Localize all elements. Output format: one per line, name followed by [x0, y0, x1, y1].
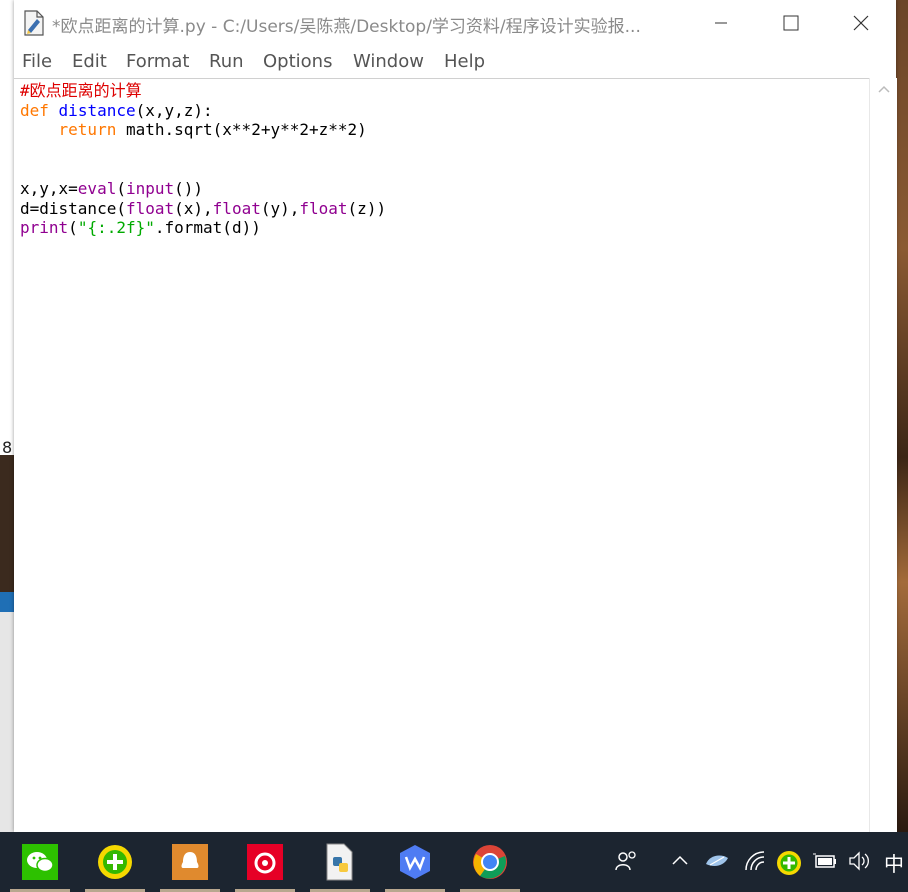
menu-file[interactable]: File [22, 51, 52, 72]
code-arg-x: (x), [174, 198, 213, 218]
people-icon[interactable] [614, 850, 640, 879]
code-format-call: .format(d)) [154, 218, 261, 238]
builtin-float-1: float [125, 198, 175, 218]
browser-icon[interactable] [470, 842, 510, 882]
function-params: (x,y,z): [135, 100, 213, 120]
close-button[interactable] [826, 0, 896, 46]
code-arg-y: (y), [260, 198, 300, 218]
qq-icon[interactable] [170, 842, 210, 882]
format-string: "{:.2f}" [77, 218, 155, 238]
netease-music-icon[interactable] [245, 842, 285, 882]
menu-format[interactable]: Format [126, 51, 189, 72]
return-expression: math.sqrt(x**2+y**2+z**2) [116, 120, 367, 140]
background-window-text: 8 [2, 438, 13, 457]
keyword-return: return [58, 120, 117, 140]
desktop-background-left-grey [0, 612, 14, 832]
desktop-background-right [896, 0, 908, 832]
minimize-button[interactable] [686, 0, 756, 46]
builtin-eval: eval [77, 178, 117, 198]
security-app-tray-icon[interactable] [776, 850, 802, 881]
wechat-icon[interactable] [20, 842, 60, 882]
taskbar: 中 [0, 832, 908, 892]
code-arg-z: (z)) [347, 198, 387, 218]
python-file-icon[interactable] [320, 842, 360, 882]
menu-run[interactable]: Run [209, 51, 244, 72]
menu-window[interactable]: Window [353, 51, 424, 72]
menu-help[interactable]: Help [444, 51, 485, 72]
green-plus-app-icon[interactable] [95, 842, 135, 882]
desktop-background-left-blue [0, 592, 14, 612]
cloud-app-icon[interactable] [704, 850, 730, 877]
maximize-button[interactable] [756, 0, 826, 46]
code-paren-end: ()) [174, 178, 204, 198]
menu-options[interactable]: Options [263, 51, 332, 72]
chevron-up-icon[interactable] [670, 850, 690, 875]
scroll-up-arrow-icon[interactable] [870, 82, 897, 102]
title-bar[interactable]: *欧点距离的计算.py - C:/Users/吴陈燕/Desktop/学习资料/… [14, 0, 896, 46]
menu-bar: File Edit Format Run Options Window Help [14, 46, 896, 76]
vertical-scrollbar[interactable] [869, 78, 897, 832]
code-paren: ( [116, 178, 126, 198]
code-call: d=distance( [20, 198, 126, 218]
wps-icon[interactable] [395, 842, 435, 882]
code-paren-open: ( [68, 218, 78, 238]
battery-icon[interactable] [812, 850, 838, 877]
volume-icon[interactable] [848, 850, 872, 877]
code-assign: x,y,x= [20, 178, 78, 198]
builtin-float-3: float [299, 198, 348, 218]
builtin-float-2: float [212, 198, 261, 218]
function-name: distance [58, 100, 136, 120]
keyword-def: def [20, 100, 49, 120]
code-text: #欧点距离的计算 def distance(x,y,z): return mat… [20, 81, 386, 238]
wifi-icon[interactable] [744, 850, 766, 877]
idle-editor-window: *欧点距离的计算.py - C:/Users/吴陈燕/Desktop/学习资料/… [14, 0, 897, 833]
menu-edit[interactable]: Edit [72, 51, 107, 72]
desktop-background-left-dark [0, 455, 14, 595]
builtin-print: print [20, 218, 69, 238]
idle-file-icon [22, 10, 46, 36]
ime-indicator[interactable]: 中 [884, 848, 904, 877]
code-comment: #欧点距离的计算 [20, 81, 142, 100]
window-title: *欧点距离的计算.py - C:/Users/吴陈燕/Desktop/学习资料/… [52, 17, 641, 37]
code-editor[interactable]: #欧点距离的计算 def distance(x,y,z): return mat… [14, 78, 869, 833]
builtin-input: input [125, 178, 175, 198]
